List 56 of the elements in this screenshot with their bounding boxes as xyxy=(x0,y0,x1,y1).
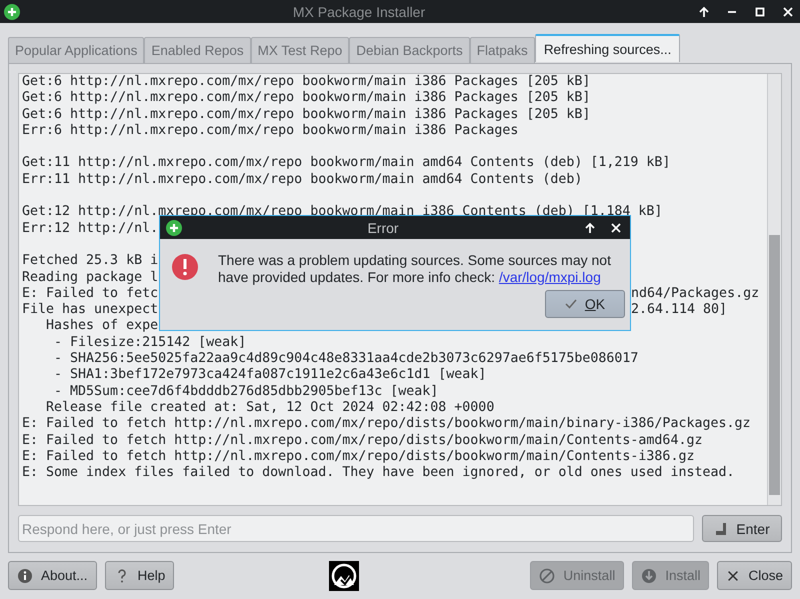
log-line: Hashes of expe xyxy=(45,318,158,334)
log-line: - SHA256:5ee5025fa22aa9c4d89c904c48e8331aa4cde2b3073c6297ae6f5175be086017 xyxy=(53,351,638,366)
tab[interactable]: MX Test Repo xyxy=(250,37,350,63)
error-message: There was a problem updating sources. Some sources may not have provided updates. For more info check: /var/log/mxpi.log xyxy=(218,252,612,286)
close-icon[interactable] xyxy=(782,6,794,18)
log-line: Get:6 http://nl.mxrepo.com/mx/repo bookworm/main i386 Packages [205 kB] xyxy=(22,90,590,106)
log-line: E: Some index files failed to download. They have been ignored, or old ones used instead. xyxy=(22,465,734,480)
log-line: - SHA1:3bef172e7973ca424fa087c1911e2c6a43e6c1d1 [weak] xyxy=(53,367,486,382)
log-line: Get:6 http://nl.mxrepo.com/mx/repo bookworm/main i386 Packages [205 kB] xyxy=(22,106,590,122)
tab[interactable]: Enabled Repos xyxy=(144,37,251,63)
log-line: - Filesize:215142 [weak] xyxy=(53,334,246,350)
plus-icon xyxy=(166,220,182,236)
action-button[interactable]: About... xyxy=(8,561,97,590)
window-title: MX Package Installer xyxy=(292,4,426,20)
action-button[interactable]: Close xyxy=(717,561,792,590)
log-line: Err:12 http://nl. xyxy=(22,220,158,236)
tab[interactable]: Debian Backports xyxy=(349,37,470,63)
log-line: Get:6 http://nl.mxrepo.com/mx/repo bookworm/main i386 Packages [205 kB] xyxy=(22,74,590,89)
log-line: Fetched 25.3 kB i xyxy=(22,253,158,268)
log-line: E: Failed to fetc xyxy=(22,286,158,301)
ok-button[interactable]: OK xyxy=(545,290,625,318)
log-line: Err:6 http://nl.mxrepo.com/mx/repo bookworm/main i386 Packages xyxy=(22,122,518,138)
log-line: Get:11 http://nl.mxrepo.com/mx/repo bookworm/main amd64 Contents (deb) [1,219 kB] xyxy=(22,155,670,170)
scrollbar-thumb[interactable] xyxy=(769,235,780,495)
log-line: E: Failed to fetch http://nl.mxrepo.com/mx/repo/dists/bookworm/main/Contents-amd64.gz xyxy=(22,432,702,448)
enter-button[interactable]: Enter xyxy=(702,515,782,542)
plus-icon xyxy=(4,4,20,20)
log-line: 2.64.114 80] xyxy=(631,302,728,318)
close-icon[interactable] xyxy=(610,222,622,234)
error-icon xyxy=(172,254,198,280)
checkmark-icon xyxy=(564,298,577,310)
log-line: E: Failed to fetch http://nl.mxrepo.com/mx/repo/dists/bookworm/main/binary-i386/Packages.gz xyxy=(22,416,750,432)
keep-above-icon[interactable] xyxy=(584,222,596,234)
close-icon xyxy=(726,568,740,582)
log-line: Reading package l xyxy=(22,270,158,285)
log-line: Err:11 http://nl.mxrepo.com/mx/repo bookworm/main amd64 Contents (deb) xyxy=(22,172,582,187)
tab[interactable]: Popular Applications xyxy=(8,37,144,63)
log-line: nd64/Packages.gz xyxy=(631,286,760,302)
action-button[interactable]: Help xyxy=(104,561,174,590)
scrollbar[interactable] xyxy=(767,74,781,505)
maximize-icon[interactable] xyxy=(754,6,766,18)
download-icon xyxy=(641,568,658,584)
log-line: - MD5Sum:cee7d6f4bdddb276d85dbb2905bef13c [weak] xyxy=(53,384,438,399)
input-field[interactable]: Respond here, or just press Enter xyxy=(18,515,694,542)
log-line: Release file created at: Sat, 12 Oct 2024 02:42:08 +0000 xyxy=(45,400,494,415)
enter-icon xyxy=(714,522,728,536)
log-line: File has unexpect xyxy=(22,302,158,318)
dialog-title: Error xyxy=(366,220,400,236)
tab[interactable]: Flatpaks xyxy=(470,37,535,63)
info-icon xyxy=(17,568,33,584)
logo-icon xyxy=(329,560,360,590)
log-line: E: Failed to fetch http://nl.mxrepo.com/mx/repo/dists/bookworm/main/Contents-i386.gz xyxy=(22,448,694,464)
keep-above-icon[interactable] xyxy=(698,6,710,18)
tab[interactable]: Refreshing sources... xyxy=(534,34,680,62)
log-link[interactable]: /var/log/mxpi.log xyxy=(498,269,601,285)
prohibited-icon xyxy=(539,568,556,584)
